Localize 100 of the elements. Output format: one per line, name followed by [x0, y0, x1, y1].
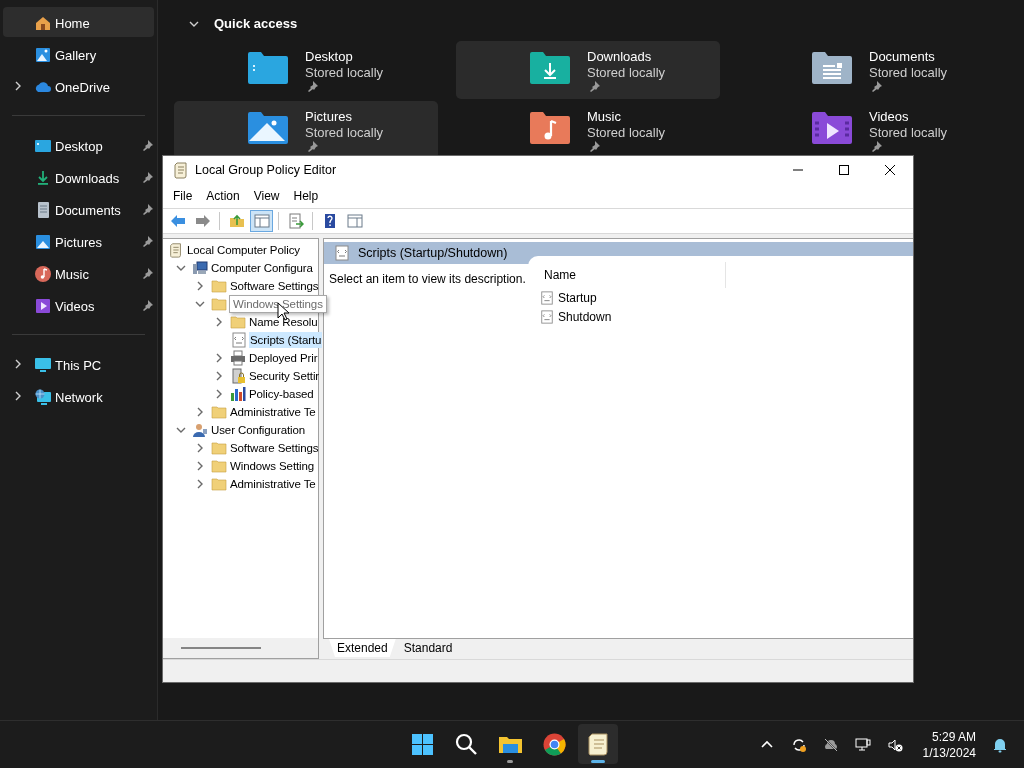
sidebar-item[interactable]: OneDrive [3, 71, 154, 101]
monitor-icon [34, 356, 52, 374]
tree-item[interactable]: Administrative Te [229, 404, 317, 420]
section-heading: Quick access [214, 15, 298, 34]
description-text: Select an item to view its description. [328, 271, 527, 288]
pin-icon [871, 140, 883, 153]
tree-item[interactable]: Deployed Prir [248, 350, 319, 366]
tree-item[interactable]: Local Computer Policy [186, 242, 301, 258]
sidebar-item[interactable]: Pictures [3, 226, 154, 256]
tree-item[interactable]: Scripts (Startu [249, 332, 323, 348]
search-icon [453, 731, 479, 757]
scroll-icon [585, 731, 611, 757]
download-folder-icon [529, 51, 571, 85]
script-icon [540, 309, 554, 324]
folder-up-icon [228, 213, 245, 229]
tree-item[interactable]: Security Settir [248, 368, 321, 384]
pin-icon [142, 139, 154, 152]
scroll-icon [168, 242, 184, 258]
list-item[interactable]: Shutdown [558, 307, 612, 326]
pin-icon [142, 299, 154, 312]
network-wired-icon [854, 737, 871, 753]
sidebar-item[interactable]: Music [3, 258, 154, 288]
music-folder-icon [529, 111, 571, 145]
sidebar-item[interactable]: Network [3, 381, 154, 411]
sidebar-item[interactable]: Desktop [3, 130, 154, 160]
pin-icon [142, 267, 154, 280]
browser-icon [541, 731, 567, 757]
folder-icon [247, 51, 289, 85]
menu-item[interactable]: Help [286, 185, 326, 207]
maximize-icon [839, 165, 849, 175]
folder-icon [211, 458, 227, 474]
video-folder-icon [811, 111, 853, 145]
tooltip: Windows Settings [229, 295, 327, 313]
picture-icon [34, 233, 52, 251]
tree-item[interactable]: Name Resolu [248, 314, 319, 330]
bell-icon [992, 737, 1008, 753]
sidebar-item[interactable]: Gallery [3, 39, 154, 69]
picture-folder-icon [247, 111, 289, 145]
printer-icon [230, 350, 246, 366]
script-icon [334, 245, 350, 261]
export-list-icon [287, 213, 304, 229]
computer-icon [192, 260, 208, 276]
user-icon [192, 422, 208, 438]
gallery-icon [34, 46, 52, 64]
menu-item[interactable]: Action [199, 185, 247, 207]
script-icon [231, 332, 247, 348]
sync-icon [790, 737, 807, 753]
folder-tile[interactable]: Desktop Stored locally [174, 41, 438, 99]
clock[interactable]: 5:29 AM 1/13/2024 [922, 729, 976, 761]
sidebar-item[interactable]: Home [3, 7, 154, 37]
pin-icon [142, 235, 154, 248]
window-title: Local Group Policy Editor [195, 161, 338, 179]
pane-toggle-icon [253, 213, 270, 229]
menu-item[interactable]: View [246, 185, 287, 207]
list-item[interactable]: Startup [558, 288, 597, 307]
tree-item[interactable]: Software Settings [229, 278, 320, 294]
network-icon [34, 388, 52, 406]
desktop-icon [34, 137, 52, 155]
folder-tile[interactable]: Videos Stored locally [738, 101, 1002, 159]
home-icon [34, 14, 52, 32]
folder-icon [211, 404, 227, 420]
tree-item[interactable]: Software Settings [229, 440, 320, 456]
properties-icon [346, 213, 363, 229]
folder-tile[interactable]: Downloads Stored locally [456, 41, 720, 99]
folder-icon [211, 476, 227, 492]
column-header[interactable]: Name [540, 262, 726, 288]
sidebar-item[interactable]: This PC [3, 349, 154, 379]
sidebar-item[interactable]: Downloads [3, 162, 154, 192]
tree-item[interactable]: Windows Setting [229, 458, 316, 474]
pin-icon [142, 203, 154, 216]
video-icon [34, 297, 52, 315]
pin-icon [307, 140, 319, 153]
tab[interactable]: Extended [329, 639, 396, 657]
close-icon [885, 165, 895, 175]
music-icon [34, 265, 52, 283]
tree-item[interactable]: Computer Configura [210, 260, 314, 276]
script-icon [540, 290, 554, 305]
pin-icon [307, 80, 319, 93]
folder-icon [211, 278, 227, 294]
pin-icon [589, 140, 601, 153]
sidebar-item[interactable]: Documents [3, 194, 154, 224]
volume-muted-icon [886, 737, 903, 753]
tree-item[interactable]: Policy-based [248, 386, 315, 402]
start-icon [409, 731, 435, 757]
back-arrow-icon [169, 213, 186, 229]
scrollbar-thumb[interactable] [181, 647, 261, 649]
forward-arrow-icon [194, 213, 211, 229]
scroll-icon [173, 161, 189, 179]
pin-icon [871, 80, 883, 93]
tree-item[interactable]: User Configuration [210, 422, 307, 438]
cloud-off-icon [822, 737, 839, 753]
sidebar-item[interactable]: Videos [3, 290, 154, 320]
document-folder-icon [811, 51, 853, 85]
folder-tile[interactable]: Documents Stored locally [738, 41, 1002, 99]
folder-icon [211, 296, 227, 312]
taskbar-button[interactable] [578, 724, 618, 764]
menu-item[interactable]: File [166, 185, 200, 207]
server-lock-icon [230, 368, 246, 384]
tree-item[interactable]: Administrative Te [229, 476, 317, 492]
folder-tile[interactable]: Music Stored locally [456, 101, 720, 159]
